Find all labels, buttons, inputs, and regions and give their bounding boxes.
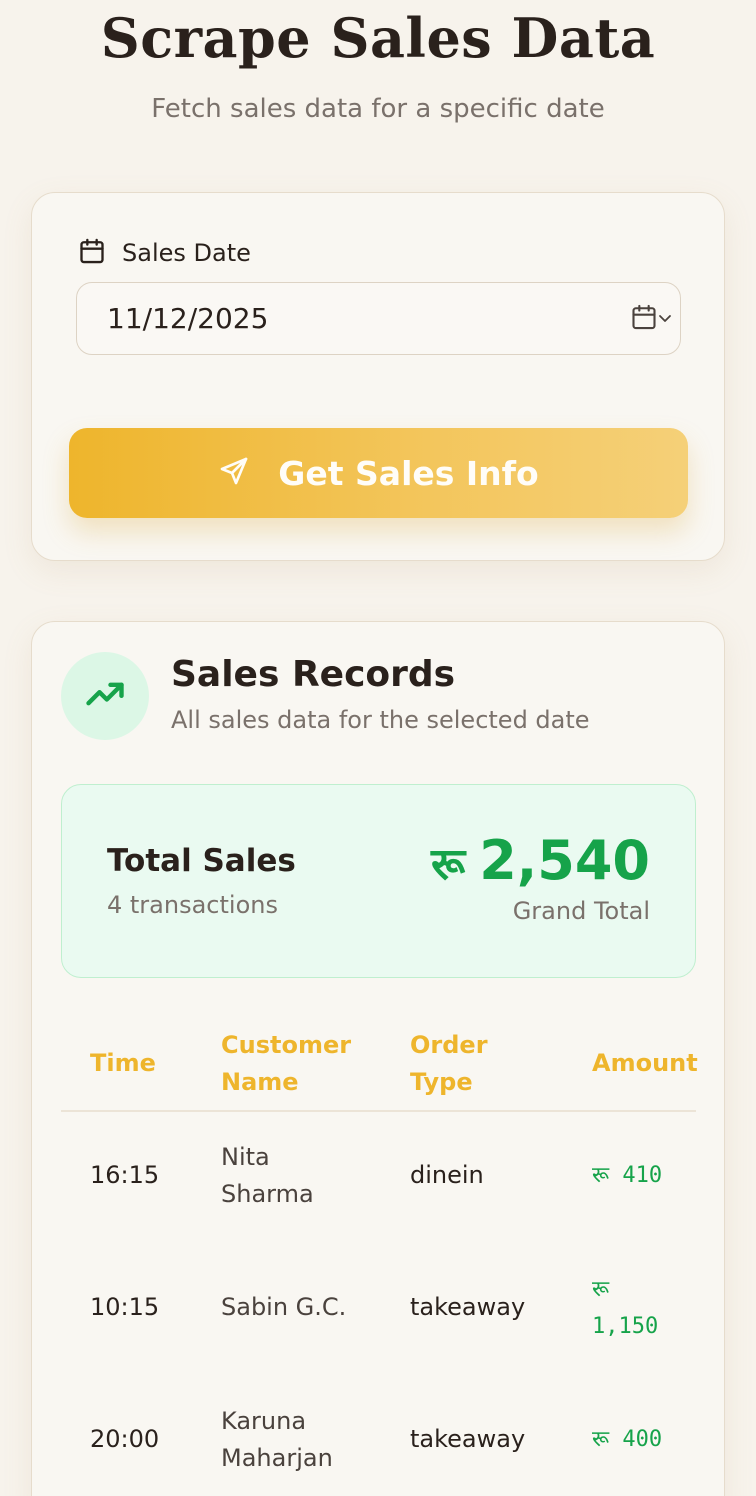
sales-date-label: Sales Date xyxy=(122,239,251,267)
get-sales-info-label: Get Sales Info xyxy=(278,453,539,493)
date-picker-toggle[interactable] xyxy=(630,303,672,335)
cell-customer: Nita Sharma xyxy=(221,1143,314,1208)
cell-amount: रू 410 xyxy=(592,1157,662,1194)
page-subtitle: Fetch sales data for a specific date xyxy=(151,94,605,124)
records-title: Sales Records xyxy=(171,654,456,695)
total-sales-label: Total Sales xyxy=(107,843,296,879)
sales-date-label-row: Sales Date xyxy=(78,237,251,269)
cell-customer: Karuna Maharjan xyxy=(221,1407,333,1472)
records-icon-badge xyxy=(61,652,149,740)
cell-amount: रू 1,150 xyxy=(592,1271,692,1345)
currency-symbol: रू xyxy=(592,1277,610,1302)
currency-symbol: रू xyxy=(430,839,466,890)
table-header-divider xyxy=(61,1110,696,1112)
total-sales-summary: Total Sales 4 transactions रू 2,540 Grand… xyxy=(61,784,696,978)
page: Scrape Sales Data Fetch sales data for a… xyxy=(0,0,756,1496)
get-sales-info-button[interactable]: Get Sales Info xyxy=(69,428,688,518)
currency-symbol: रू xyxy=(592,1163,610,1188)
chevron-down-icon xyxy=(658,310,672,329)
column-header-time[interactable]: Time xyxy=(90,1045,156,1082)
cell-order-type: dinein xyxy=(410,1161,484,1189)
amount-value: 400 xyxy=(622,1427,663,1452)
cell-order-type: takeaway xyxy=(410,1293,526,1321)
cell-time: 10:15 xyxy=(90,1293,160,1321)
sales-date-value: 11/12/2025 xyxy=(107,302,269,335)
cell-amount: रू 400 xyxy=(592,1421,662,1458)
column-header-order-type[interactable]: Order Type xyxy=(410,1027,510,1101)
sales-date-input[interactable]: 11/12/2025 xyxy=(76,282,681,355)
sales-records-card: Sales Records All sales data for the sel… xyxy=(31,621,725,1496)
cell-order-type: takeaway xyxy=(410,1425,526,1453)
grand-total-value: 2,540 xyxy=(479,829,650,892)
page-title: Scrape Sales Data xyxy=(100,6,656,70)
column-header-amount[interactable]: Amount xyxy=(592,1045,698,1082)
records-subtitle: All sales data for the selected date xyxy=(171,706,590,734)
date-form-card: Sales Date 11/12/2025 Get Sales Info xyxy=(31,192,725,561)
transaction-count: 4 transactions xyxy=(107,891,278,919)
cell-time: 16:15 xyxy=(90,1161,160,1189)
currency-symbol: रू xyxy=(592,1427,610,1452)
calendar-icon xyxy=(630,303,658,335)
cell-time: 20:00 xyxy=(90,1425,160,1453)
send-icon xyxy=(218,455,250,491)
cell-customer: Sabin G.C. xyxy=(221,1293,347,1321)
amount-value: 410 xyxy=(622,1163,663,1188)
trending-up-icon xyxy=(83,672,127,720)
grand-total-caption: Grand Total xyxy=(512,897,650,925)
calendar-icon xyxy=(78,237,106,269)
amount-value: 1,150 xyxy=(592,1314,659,1339)
column-header-customer[interactable]: Customer Name xyxy=(221,1027,371,1101)
grand-total-amount: रू 2,540 xyxy=(431,829,650,892)
